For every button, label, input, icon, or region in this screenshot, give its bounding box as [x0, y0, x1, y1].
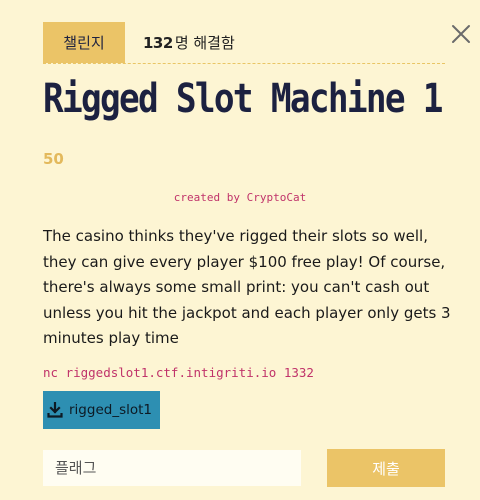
- solve-count-number: 132: [143, 33, 173, 52]
- solve-count: 132 명 해결함: [143, 22, 235, 63]
- challenge-points: 50: [43, 150, 64, 168]
- download-file-label: rigged_slot1: [69, 402, 152, 418]
- submit-button[interactable]: 제출: [327, 449, 445, 487]
- category-tab[interactable]: 챌린지: [43, 22, 125, 63]
- challenge-author: created by CryptoCat: [173, 191, 307, 204]
- connection-info: nc riggedslot1.ctf.intigriti.io 1332: [43, 365, 314, 380]
- close-icon[interactable]: [451, 24, 471, 44]
- challenge-description: The casino thinks they've rigged their s…: [43, 227, 451, 347]
- download-icon: [47, 402, 63, 418]
- challenge-title: Rigged Slot Machine 1: [43, 76, 444, 122]
- download-file-button[interactable]: rigged_slot1: [43, 391, 160, 429]
- solve-count-label: 명 해결함: [174, 34, 235, 52]
- flag-input[interactable]: [43, 450, 301, 486]
- challenge-header: 챌린지 132 명 해결함: [43, 22, 445, 64]
